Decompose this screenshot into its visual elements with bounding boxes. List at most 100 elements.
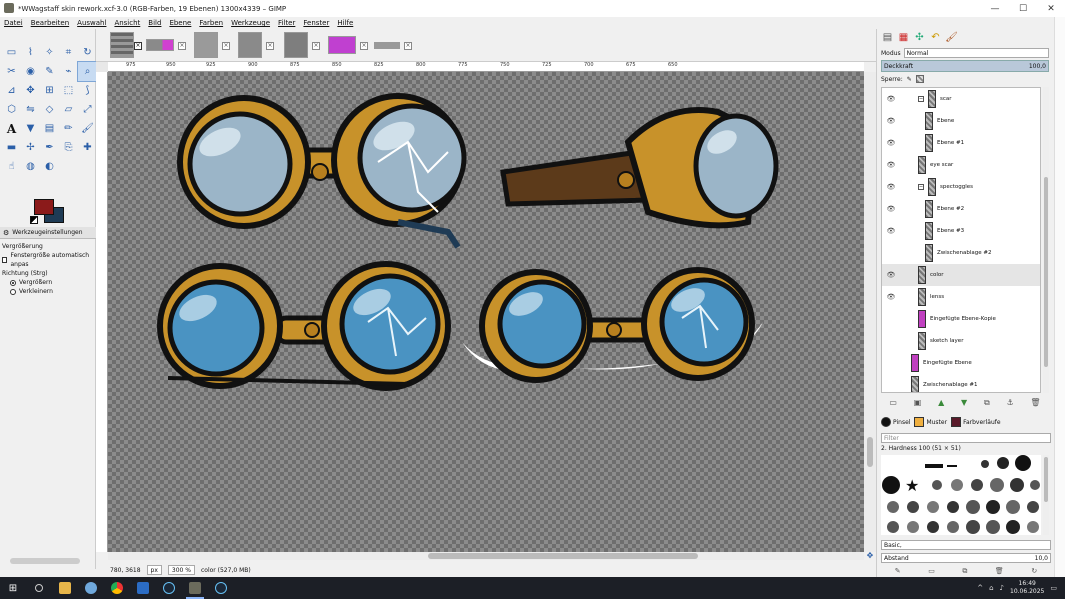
group-expand-icon[interactable]: − bbox=[918, 184, 924, 190]
dodge-burn-icon[interactable]: ◐ bbox=[40, 157, 59, 176]
layer-visibility-eye-icon[interactable]: 👁 bbox=[886, 117, 896, 125]
text-tool-icon[interactable]: A bbox=[2, 119, 21, 138]
paths-icon[interactable]: ✎ bbox=[40, 62, 59, 81]
image-tab-close-icon[interactable]: × bbox=[134, 42, 142, 50]
menu-windows[interactable]: Fenster bbox=[299, 17, 333, 29]
measure-icon[interactable]: ⊿ bbox=[2, 81, 21, 100]
layer-visibility-eye-icon[interactable]: 👁 bbox=[886, 293, 896, 301]
minimize-button[interactable]: — bbox=[981, 4, 1009, 14]
pencil-icon[interactable]: ✏ bbox=[59, 119, 78, 138]
volume-icon[interactable]: ♪ bbox=[1000, 584, 1004, 592]
spacing-slider[interactable]: Abstand 10,0 bbox=[881, 553, 1051, 563]
image-tab-close-icon[interactable]: × bbox=[360, 42, 368, 50]
close-button[interactable]: ✕ bbox=[1037, 4, 1065, 14]
duplicate-layer-icon[interactable]: ⧉ bbox=[984, 398, 990, 410]
edit-brush-icon[interactable]: ✎ bbox=[895, 567, 901, 577]
delete-layer-icon[interactable]: 🗑 bbox=[1030, 398, 1040, 410]
layer-row[interactable]: 👁 − spectoggles bbox=[882, 176, 1040, 198]
warp-icon[interactable]: ⟆ bbox=[78, 81, 97, 100]
rotate-icon[interactable]: ↻ bbox=[78, 43, 97, 62]
image-tab-thumb[interactable] bbox=[146, 39, 174, 51]
clone-icon[interactable]: ⎘ bbox=[59, 138, 78, 157]
delete-brush-icon[interactable]: 🗑 bbox=[995, 567, 1004, 577]
free-select-icon[interactable]: ⌇ bbox=[21, 43, 40, 62]
new-group-icon[interactable]: ▣ bbox=[914, 398, 922, 410]
align-icon[interactable]: ⊞ bbox=[40, 81, 59, 100]
layer-visibility-eye-icon[interactable]: 👁 bbox=[886, 205, 896, 213]
layers-scroll-thumb[interactable] bbox=[1044, 177, 1048, 367]
heal-icon[interactable]: ✚ bbox=[78, 138, 97, 157]
image-tab-close-icon[interactable]: × bbox=[222, 42, 230, 50]
menu-view[interactable]: Ansicht bbox=[110, 17, 144, 29]
new-brush-icon[interactable]: ▭ bbox=[928, 567, 935, 577]
maximize-button[interactable]: ☐ bbox=[1009, 4, 1037, 14]
layers-scrollbar[interactable] bbox=[1043, 87, 1049, 393]
vertical-ruler[interactable] bbox=[96, 72, 108, 552]
brushes-scrollbar[interactable] bbox=[1043, 455, 1049, 535]
menu-layer[interactable]: Ebene bbox=[165, 17, 195, 29]
layer-visibility-eye-icon[interactable]: 👁 bbox=[886, 95, 896, 103]
menu-colors[interactable]: Farben bbox=[195, 17, 227, 29]
tool-options-tab[interactable]: ⚙ Werkzeugeinstellungen bbox=[0, 227, 96, 239]
menu-image[interactable]: Bild bbox=[144, 17, 165, 29]
layer-row[interactable]: 👁 lenss bbox=[882, 286, 1040, 308]
steam-icon[interactable] bbox=[156, 577, 182, 599]
layer-row[interactable]: 👁 Ebene #2 bbox=[882, 198, 1040, 220]
network-icon[interactable]: ⌂ bbox=[989, 584, 993, 592]
layer-row[interactable]: 👁 eye scar bbox=[882, 154, 1040, 176]
search-icon[interactable] bbox=[26, 577, 52, 599]
eraser-icon[interactable]: ▬ bbox=[2, 138, 21, 157]
clock[interactable]: 16:49 10.06.2025 bbox=[1010, 580, 1044, 596]
blur-icon[interactable]: ◍ bbox=[21, 157, 40, 176]
refresh-brushes-icon[interactable]: ↻ bbox=[1031, 567, 1037, 577]
lock-paint-icon[interactable]: ✎ bbox=[907, 76, 912, 83]
zoom-out-radio[interactable] bbox=[10, 288, 16, 295]
layer-row[interactable]: sketch layer bbox=[882, 330, 1040, 352]
layer-row[interactable]: 👁 − scar bbox=[882, 88, 1040, 110]
layer-row[interactable]: 👁 Ebene #3 bbox=[882, 220, 1040, 242]
image-tab-close-icon[interactable]: × bbox=[178, 42, 186, 50]
auto-resize-checkbox[interactable] bbox=[2, 257, 8, 263]
lock-alpha-icon[interactable] bbox=[915, 75, 924, 83]
layer-row[interactable]: 👁 Ebene bbox=[882, 110, 1040, 132]
menu-file[interactable]: Datei bbox=[0, 17, 27, 29]
mode-select[interactable]: Normal bbox=[903, 48, 1049, 58]
scissors-select-icon[interactable]: ✂ bbox=[2, 62, 21, 81]
brush-grid[interactable]: ★ bbox=[881, 455, 1041, 535]
layer-visibility-eye-icon[interactable]: 👁 bbox=[886, 161, 896, 169]
rect-select-icon[interactable]: ▭ bbox=[2, 43, 21, 62]
app-icon[interactable] bbox=[78, 577, 104, 599]
tray-chevron-icon[interactable]: ^ bbox=[977, 584, 983, 592]
opacity-slider[interactable]: Deckkraft 100,0 bbox=[881, 60, 1049, 72]
layer-visibility-eye-icon[interactable]: 👁 bbox=[886, 271, 896, 279]
zoom-tool-icon[interactable]: ⌕ bbox=[77, 61, 98, 82]
image-tab-thumb[interactable] bbox=[238, 32, 262, 58]
smudge-icon[interactable]: ☝ bbox=[2, 157, 21, 176]
image-tab-thumb[interactable] bbox=[328, 36, 356, 54]
brushes-scroll-thumb[interactable] bbox=[1044, 457, 1048, 502]
channels-tab-icon[interactable]: ▦ bbox=[897, 31, 910, 44]
toolbox-scrollbar[interactable] bbox=[10, 558, 80, 564]
shear-icon[interactable]: ▱ bbox=[59, 100, 78, 119]
image-tab-thumb[interactable] bbox=[284, 32, 308, 58]
navigate-icon[interactable]: ✥ bbox=[864, 552, 876, 560]
new-layer-icon[interactable]: ▭ bbox=[889, 398, 897, 410]
zoom-in-option[interactable]: Vergrößern bbox=[2, 278, 96, 287]
layer-visibility-eye-icon[interactable]: 👁 bbox=[886, 183, 896, 191]
mail-icon[interactable] bbox=[130, 577, 156, 599]
image-tab-thumb[interactable] bbox=[194, 32, 218, 58]
notifications-icon[interactable]: ▭ bbox=[1050, 584, 1057, 592]
color-picker-icon[interactable]: ⌁ bbox=[59, 62, 78, 81]
unified-transform-icon[interactable]: ⬚ bbox=[59, 81, 78, 100]
chrome-icon[interactable] bbox=[104, 577, 130, 599]
explorer-icon[interactable] bbox=[52, 577, 78, 599]
color-selector[interactable] bbox=[30, 196, 70, 226]
layer-row[interactable]: Eingefügte Ebene-Kopie bbox=[882, 308, 1040, 330]
layers-tab-icon[interactable]: ▤ bbox=[881, 31, 894, 44]
image-tab-close-icon[interactable]: × bbox=[312, 42, 320, 50]
layer-row[interactable]: Zwischenablage #1 bbox=[882, 374, 1040, 392]
tab-patterns[interactable]: Muster bbox=[914, 417, 947, 427]
zoom-select[interactable]: 300 % bbox=[167, 565, 195, 575]
foreground-color-swatch[interactable] bbox=[34, 199, 54, 215]
vertical-scroll-thumb[interactable] bbox=[867, 437, 873, 467]
